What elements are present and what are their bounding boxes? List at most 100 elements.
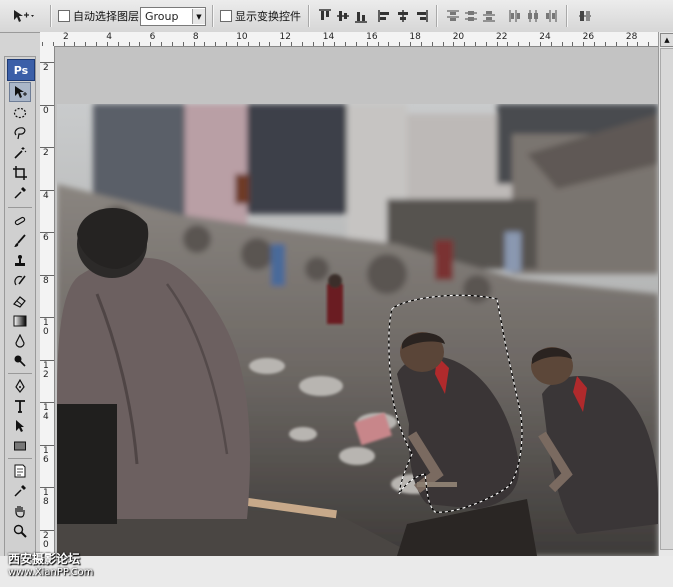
- align-horizontal-centers-icon[interactable]: [396, 9, 410, 23]
- ruler-tick: [40, 529, 54, 531]
- separator: [50, 5, 52, 27]
- ruler-tick: [301, 42, 303, 46]
- ruler-tick: [280, 42, 282, 46]
- ruler-tick: [204, 42, 206, 46]
- distribute-top-edges-icon[interactable]: [446, 9, 460, 23]
- ruler-label: 1 6: [43, 445, 49, 465]
- path-selection-tool-icon[interactable]: [10, 417, 30, 435]
- ruler-label: 6: [149, 32, 156, 42]
- ruler-tick: [40, 444, 54, 446]
- scroll-thumb[interactable]: [660, 48, 673, 550]
- ruler-label: 1 4: [43, 403, 49, 422]
- ruler-tick: [529, 42, 531, 46]
- distribute-horizontal-centers-icon[interactable]: [526, 9, 540, 23]
- image-canvas[interactable]: [57, 104, 658, 556]
- marquee-tool-icon[interactable]: [10, 104, 30, 122]
- ruler-tick: [247, 42, 249, 46]
- ruler-tick: [312, 42, 314, 46]
- align-top-edges-icon[interactable]: [318, 9, 332, 23]
- type-tool-icon[interactable]: [10, 397, 30, 415]
- ruler-label: 22: [496, 32, 508, 42]
- separator: [308, 5, 310, 27]
- options-bar: 自动选择图层 Group ▼ 显示变换控件: [0, 0, 673, 33]
- ruler-tick: [539, 42, 541, 46]
- align-left-edges-icon[interactable]: [378, 9, 392, 23]
- ruler-label: 8: [192, 32, 199, 42]
- ruler-tick: [63, 42, 65, 46]
- ruler-tick: [648, 42, 650, 46]
- healing-brush-tool-icon[interactable]: [10, 212, 30, 230]
- ruler-tick: [366, 42, 368, 46]
- horizontal-ruler: 2 4 6 8 10 12 14 16 18 20 22 24 26 28: [40, 32, 658, 47]
- ruler-tick: [117, 42, 119, 46]
- ruler-tick: [40, 232, 54, 233]
- align-right-edges-icon[interactable]: [414, 9, 428, 23]
- eyedropper-tool-icon[interactable]: [10, 184, 30, 202]
- ruler-tick: [236, 42, 238, 46]
- ruler-tick: [269, 42, 271, 46]
- lasso-tool-icon[interactable]: [10, 124, 30, 142]
- ruler-tick: [507, 42, 509, 46]
- magic-wand-tool-icon[interactable]: [10, 144, 30, 162]
- ruler-tick: [323, 42, 325, 46]
- auto-select-target-value: Group: [145, 10, 179, 23]
- ruler-label: 1 2: [43, 360, 49, 380]
- auto-select-check-box[interactable]: [58, 10, 70, 22]
- chevron-down-icon[interactable]: ▼: [192, 9, 205, 24]
- crop-tool-icon[interactable]: [10, 164, 30, 182]
- show-transform-controls-checkbox[interactable]: 显示变换控件: [220, 0, 301, 32]
- move-tool-preset[interactable]: [12, 0, 36, 32]
- ruler-tick: [431, 42, 433, 46]
- watermark: 西安摄影论坛 www.XianPP.Com: [8, 553, 93, 579]
- scroll-up-arrow-icon[interactable]: ▲: [660, 33, 673, 47]
- vertical-scrollbar[interactable]: ▲: [658, 32, 673, 556]
- zoom-tool-icon[interactable]: [10, 522, 30, 540]
- ruler-tick: [345, 42, 347, 46]
- distribute-bottom-edges-icon[interactable]: [482, 9, 496, 23]
- ruler-tick: [106, 42, 108, 46]
- pen-tool-icon[interactable]: [10, 377, 30, 395]
- auto-align-layers-icon[interactable]: [578, 9, 592, 23]
- eyedropper-tool-2-icon[interactable]: [10, 482, 30, 500]
- show-transform-check-box[interactable]: [220, 10, 232, 22]
- ruler-tick: [594, 42, 596, 46]
- gradient-tool-icon[interactable]: [10, 312, 30, 330]
- ruler-tick: [420, 42, 422, 46]
- ruler-tick: [377, 42, 379, 46]
- dodge-tool-icon[interactable]: [10, 352, 30, 370]
- distribute-right-edges-icon[interactable]: [544, 9, 558, 23]
- notes-tool-icon[interactable]: [10, 462, 30, 480]
- clone-stamp-tool-icon[interactable]: [10, 252, 30, 270]
- ruler-tick: [388, 42, 390, 46]
- ruler-label: 24: [539, 32, 551, 42]
- ruler-label: 4: [106, 32, 113, 42]
- ps-logo[interactable]: Ps: [7, 59, 35, 81]
- distribute-vertical-centers-icon[interactable]: [464, 9, 478, 23]
- ruler-tick: [215, 42, 217, 46]
- distribute-left-edges-icon[interactable]: [508, 9, 522, 23]
- separator: [212, 5, 214, 27]
- ruler-label: 8: [43, 275, 49, 286]
- ruler-label: 2 0: [43, 530, 49, 550]
- auto-select-target-dropdown[interactable]: Group ▼: [140, 7, 206, 26]
- history-brush-tool-icon[interactable]: [10, 272, 30, 290]
- ruler-tick: [496, 42, 498, 46]
- ruler-tick: [150, 42, 152, 46]
- eraser-tool-icon[interactable]: [10, 292, 30, 310]
- align-bottom-edges-icon[interactable]: [354, 9, 368, 23]
- ruler-tick: [334, 42, 336, 46]
- align-vertical-centers-icon[interactable]: [336, 9, 350, 23]
- hand-tool-icon[interactable]: [10, 502, 30, 520]
- blur-tool-icon[interactable]: [10, 332, 30, 350]
- move-tool-icon[interactable]: [9, 82, 31, 102]
- auto-select-checkbox[interactable]: 自动选择图层: [58, 0, 139, 32]
- ruler-tick: [161, 42, 163, 46]
- brush-tool-icon[interactable]: [10, 232, 30, 250]
- ruler-tick: [40, 402, 54, 403]
- ruler-tick: [40, 487, 54, 488]
- show-transform-label: 显示变换控件: [235, 10, 301, 23]
- ruler-tick: [40, 104, 54, 106]
- ruler-label: 4: [43, 190, 49, 201]
- shape-tool-icon[interactable]: [10, 437, 30, 455]
- ruler-label: 18: [409, 32, 421, 42]
